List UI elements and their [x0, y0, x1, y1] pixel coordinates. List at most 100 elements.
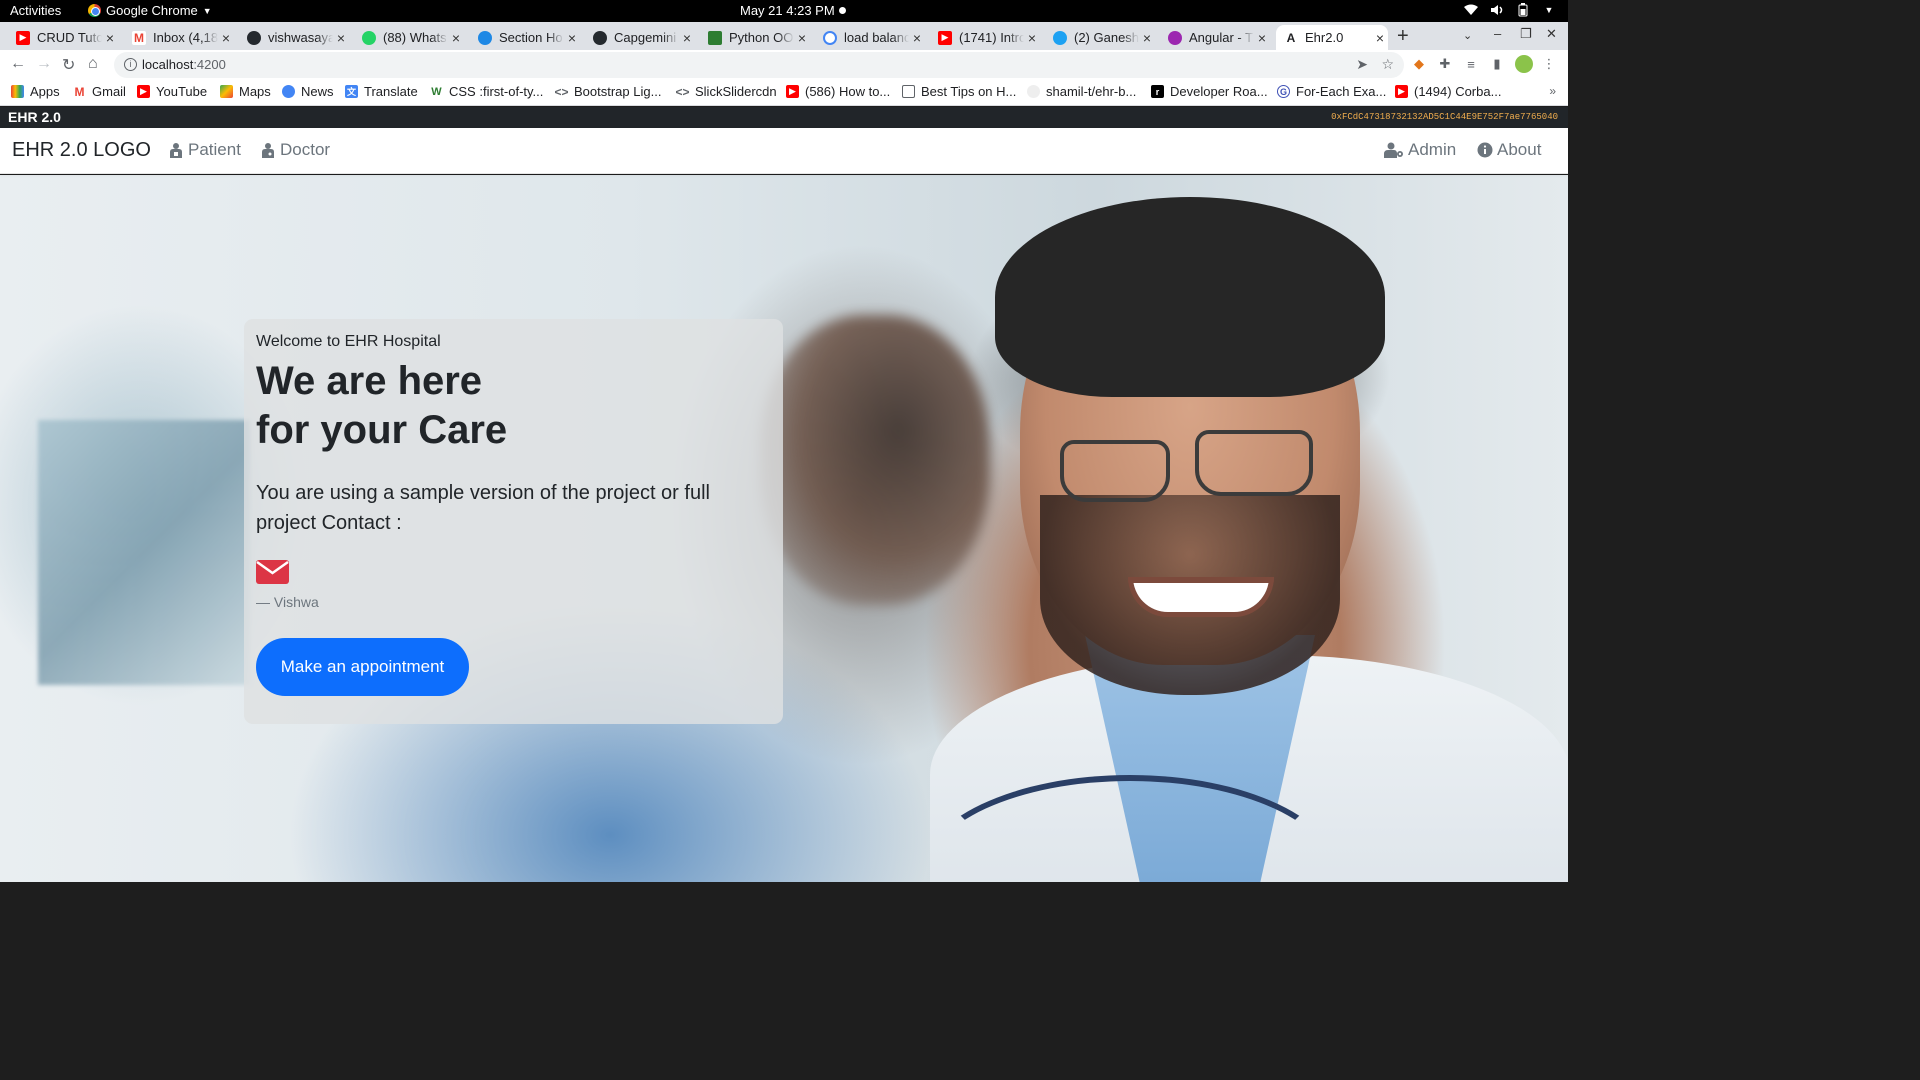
bookmark-item[interactable]: M Gmail	[73, 84, 126, 99]
bookmark-item[interactable]: Apps	[11, 84, 60, 99]
wifi-icon	[1464, 3, 1478, 17]
close-icon[interactable]: ×	[909, 30, 925, 46]
apps-grid-icon	[11, 85, 24, 98]
nav-doctor[interactable]: Doctor	[260, 140, 330, 160]
menu-kebab-icon[interactable]: ⋮	[1541, 56, 1557, 72]
tab[interactable]: load balanc ×	[823, 25, 925, 50]
battery-icon	[1516, 3, 1530, 17]
bookmark-label: SlickSlidercdn	[695, 84, 777, 99]
metamask-icon[interactable]: ◆	[1411, 56, 1427, 72]
google-icon	[823, 30, 837, 45]
new-tab-button[interactable]: +	[1397, 25, 1409, 48]
close-icon[interactable]: ×	[448, 30, 464, 46]
clock[interactable]: May 21 4:23 PM	[740, 3, 835, 18]
tab-title: Python OO	[729, 30, 794, 45]
make-appointment-button[interactable]: Make an appointment	[256, 638, 469, 696]
profile-avatar[interactable]	[1515, 55, 1533, 73]
tab-title: vishwasaya	[268, 30, 333, 45]
close-icon[interactable]: ×	[1254, 30, 1270, 46]
hero-image-glasses	[1195, 430, 1313, 496]
nav-about[interactable]: About	[1477, 140, 1541, 160]
close-icon[interactable]: ×	[218, 30, 234, 46]
home-icon[interactable]: ⌂	[88, 55, 98, 73]
close-icon[interactable]: ×	[102, 30, 118, 46]
patient-icon	[168, 142, 184, 158]
bookmark-label: News	[301, 84, 334, 99]
restore-icon[interactable]: ❐	[1520, 26, 1532, 42]
close-icon[interactable]: ×	[679, 30, 695, 46]
hero-section: Welcome to EHR Hospital We are here for …	[0, 175, 1568, 882]
tab-active[interactable]: A Ehr2.0 ×	[1276, 25, 1388, 50]
send-icon[interactable]: ➤	[1356, 56, 1368, 73]
bookmark-star-icon[interactable]: ☆	[1381, 56, 1394, 73]
nav-admin-label: Admin	[1408, 140, 1457, 159]
tab[interactable]: Python OO ×	[708, 25, 810, 50]
bookmark-item[interactable]: shamil-t/ehr-b...	[1027, 84, 1136, 99]
hero-card: Welcome to EHR Hospital We are here for …	[244, 319, 783, 724]
close-icon[interactable]: ×	[333, 30, 349, 46]
tab[interactable]: (2) Ganesh ×	[1053, 25, 1155, 50]
hero-image-hair	[995, 197, 1385, 397]
bookmark-item[interactable]: News	[282, 84, 334, 99]
hero-image-xray	[38, 420, 250, 685]
youtube-icon: ▶	[938, 30, 952, 45]
extensions-icon[interactable]: ✚	[1437, 56, 1453, 72]
doctor-icon	[260, 142, 276, 158]
address-bar[interactable]: i localhost:4200 ➤ ☆	[114, 52, 1404, 78]
close-icon[interactable]: ×	[564, 30, 580, 46]
brand-logo[interactable]: EHR 2.0 LOGO	[12, 139, 151, 162]
tab[interactable]: ▶ (1741) Intro ×	[938, 25, 1040, 50]
activities-button[interactable]: Activities	[10, 3, 61, 18]
tab[interactable]: ▶ CRUD Tuto ×	[16, 25, 118, 50]
site-info-icon[interactable]: i	[124, 58, 137, 71]
bookmark-label: Maps	[239, 84, 271, 99]
bookmark-item[interactable]: W CSS :first-of-ty...	[430, 84, 543, 99]
bookmark-item[interactable]: ▶ (586) How to...	[786, 84, 890, 99]
back-icon[interactable]: ←	[10, 55, 26, 73]
system-top-bar: Activities Google Chrome ▼ May 21 4:23 P…	[0, 0, 1568, 22]
close-icon[interactable]: ×	[794, 30, 810, 46]
tab[interactable]: Angular - T ×	[1168, 25, 1270, 50]
hero-image-glasses	[1060, 440, 1170, 502]
app-name: EHR 2.0	[8, 109, 61, 125]
bookmark-item[interactable]: ▶ YouTube	[137, 84, 207, 99]
bookmark-item[interactable]: Best Tips on H...	[902, 84, 1016, 99]
system-tray[interactable]: ▼	[1464, 3, 1556, 17]
bookmark-item[interactable]: r Developer Roa...	[1151, 84, 1268, 99]
close-icon[interactable]: ×	[1139, 30, 1155, 46]
bookmark-item[interactable]: ▶ (1494) Corba...	[1395, 84, 1501, 99]
envelope-icon[interactable]	[256, 560, 289, 584]
tab[interactable]: Section Ho ×	[478, 25, 580, 50]
tab-search-icon[interactable]: ⌄	[1463, 29, 1472, 42]
code-icon: <>	[675, 84, 690, 99]
media-control-icon[interactable]: ≡	[1463, 56, 1479, 72]
close-icon[interactable]: ×	[1024, 30, 1040, 46]
bookmark-label: shamil-t/ehr-b...	[1046, 84, 1137, 99]
close-window-icon[interactable]: ✕	[1546, 26, 1557, 42]
more-bookmarks-icon[interactable]: »	[1549, 84, 1556, 98]
bookmark-item[interactable]: G For-Each Exa...	[1277, 84, 1386, 99]
app-menu[interactable]: Google Chrome ▼	[88, 3, 212, 18]
browser-toolbar: ← → ↻ ⌂ i localhost:4200 ➤ ☆ ◆ ✚ ≡ ▮ ⋮	[0, 50, 1568, 80]
tab[interactable]: (88) Whats ×	[362, 25, 464, 50]
forward-icon[interactable]: →	[36, 55, 52, 73]
angular-icon: A	[1286, 30, 1296, 45]
nav-patient[interactable]: Patient	[168, 140, 241, 160]
bookmark-item[interactable]: <> Bootstrap Lig...	[554, 84, 662, 99]
close-icon[interactable]: ×	[1372, 30, 1388, 46]
tab-title: Section Ho	[499, 30, 563, 45]
tab[interactable]: vishwasaya ×	[247, 25, 349, 50]
hero-eyebrow: Welcome to EHR Hospital	[256, 333, 441, 350]
bookmark-item[interactable]: Maps	[220, 84, 271, 99]
minimize-icon[interactable]: –	[1494, 26, 1501, 41]
tab[interactable]: M Inbox (4,18 ×	[132, 25, 234, 50]
side-panel-icon[interactable]: ▮	[1489, 56, 1505, 72]
code-icon: <>	[554, 84, 569, 99]
bookmark-item[interactable]: 文 Translate	[345, 84, 418, 99]
power-menu-icon: ▼	[1544, 5, 1554, 15]
reload-icon[interactable]: ↻	[62, 55, 75, 75]
url-text[interactable]: localhost:4200	[142, 57, 226, 72]
nav-admin[interactable]: Admin	[1384, 140, 1456, 160]
bookmark-item[interactable]: <> SlickSlidercdn	[676, 84, 777, 99]
tab[interactable]: Capgemini ×	[593, 25, 695, 50]
